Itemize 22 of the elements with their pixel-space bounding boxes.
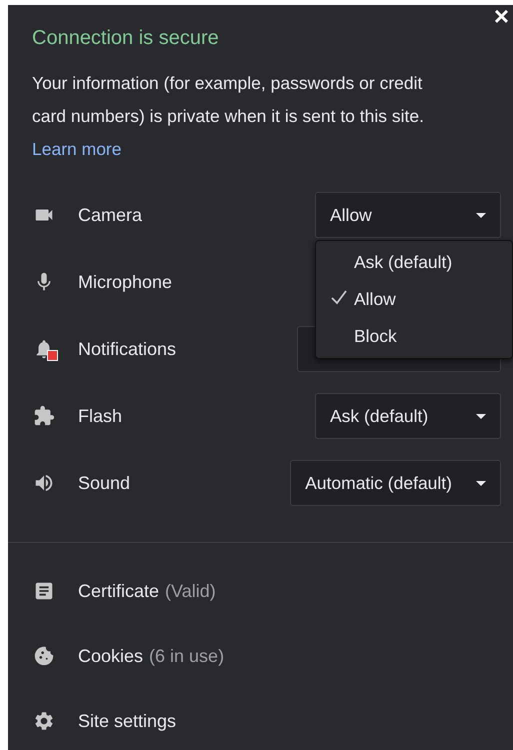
permission-label: Microphone [78,272,174,292]
permission-label: Camera [78,204,144,226]
permission-label: Sound [78,472,132,494]
close-button[interactable]: × [492,3,511,29]
menu-option[interactable]: Ask (default) [316,249,512,276]
dialog-title: Connection is secure [32,26,220,51]
caret-icon [476,480,486,486]
site-info-link[interactable]: Site settings [32,708,489,734]
cookie-icon [32,644,56,668]
security-description: Your information (for example, passwords or credit card numbers) is private when it is sent to this site. Learn more [32,72,425,161]
permission-select[interactable]: Automatic (default) [290,460,501,506]
permission-select[interactable]: Allow [315,192,501,238]
site-info-link[interactable]: Cookies (6 in use) [32,643,489,669]
site-info-link[interactable]: Certificate (Valid) [32,578,489,604]
menu-option[interactable]: Block [316,323,512,350]
caret-icon [476,212,486,218]
permission-label: Notifications [78,338,178,360]
permission-label: Flash [78,406,124,426]
permission-select[interactable]: Ask (default) [315,393,501,439]
caret-icon [476,414,486,418]
menu-option[interactable]: Allow [316,286,512,313]
learn-more-link[interactable]: Learn more [32,139,122,159]
